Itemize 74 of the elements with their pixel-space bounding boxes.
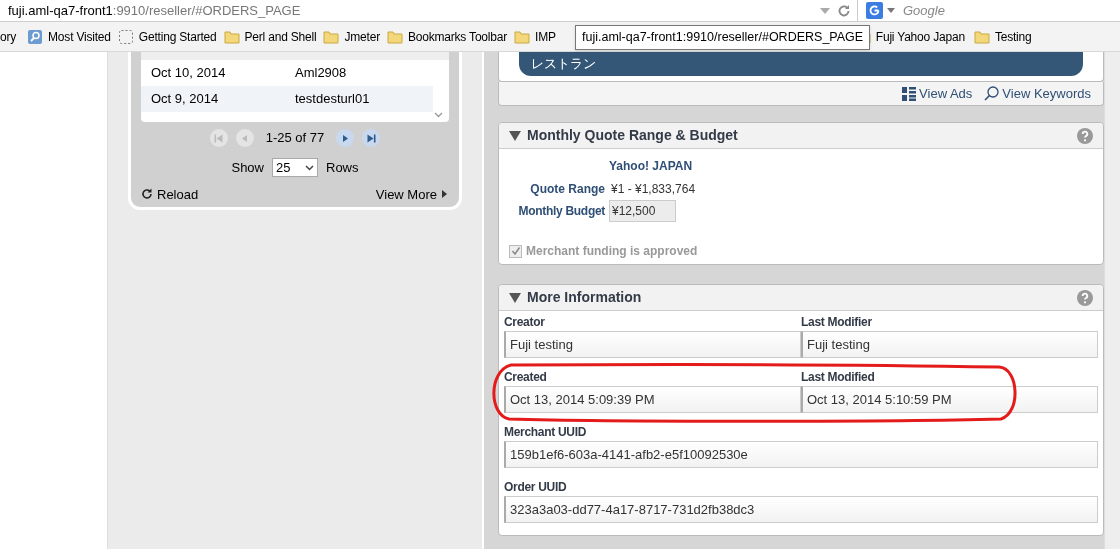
- bookmark-item[interactable]: IMP: [514, 27, 556, 46]
- help-icon[interactable]: [1077, 127, 1093, 144]
- reload-icon[interactable]: [837, 3, 851, 18]
- triangle-right-icon: [442, 190, 447, 199]
- folder-icon: [973, 29, 990, 44]
- action-link[interactable]: View Ads: [902, 83, 973, 104]
- action-link[interactable]: View Keywords: [984, 83, 1091, 104]
- bookmark-item[interactable]: Perl and Shell: [223, 27, 317, 46]
- view-more-link[interactable]: View More: [375, 184, 447, 204]
- help-icon[interactable]: [1077, 289, 1093, 306]
- dropdown-triangle-icon[interactable]: [819, 6, 831, 15]
- field-value: Oct 13, 2014 5:09:39 PM: [504, 386, 801, 413]
- name-cell-text: Aml2908: [295, 64, 347, 83]
- field-label: Order UUID: [504, 479, 568, 496]
- search-icon: [984, 86, 1000, 101]
- field-value: Oct 13, 2014 5:10:59 PM: [801, 386, 1098, 413]
- folder-icon: [323, 29, 340, 44]
- url-tooltip: fuji.aml-qa7-front1:9910/reseller/#ORDERS_PAGE: [575, 25, 871, 50]
- rows-select[interactable]: 25: [272, 158, 318, 178]
- rows-label: Rows: [326, 159, 359, 177]
- scrollbar[interactable]: [1104, 52, 1120, 549]
- folder-icon: [386, 29, 403, 44]
- skip-back-icon: [214, 133, 224, 143]
- triangle-right-icon: [340, 133, 350, 143]
- magnifier-icon: [27, 28, 44, 45]
- field-label: Last Modified: [801, 369, 876, 386]
- collapse-triangle-icon[interactable]: [509, 129, 521, 142]
- field-label: Created: [504, 369, 548, 386]
- next-page-button[interactable]: [336, 129, 355, 147]
- bookmark-item[interactable]: Bookmarks Toolbar: [386, 27, 508, 46]
- folder-icon: [223, 29, 240, 44]
- bookmark-item[interactable]: Testing: [973, 27, 1032, 46]
- chevron-down-icon: [305, 164, 314, 171]
- skip-forward-icon: [366, 133, 376, 143]
- dashed-page-icon: [117, 28, 134, 45]
- search-engine-icon[interactable]: [866, 2, 883, 19]
- field-value: 159b1ef6-603a-4141-afb2-e5f10092530e: [504, 441, 1098, 468]
- last-page-button[interactable]: [362, 129, 381, 147]
- page-range-text: 1-25 of 77: [265, 129, 325, 148]
- column-header: Yahoo! JAPAN: [609, 158, 693, 175]
- triangle-left-icon: [240, 133, 250, 143]
- field-value: Fuji testing: [504, 331, 801, 358]
- collapse-triangle-icon[interactable]: [509, 291, 521, 304]
- date-cell-text: Oct 9, 2014: [150, 90, 220, 109]
- field-label: Quote Range: [529, 181, 605, 198]
- folder-icon: [514, 29, 531, 44]
- quote-range-value: ¥1 - ¥1,833,764: [611, 181, 696, 198]
- caret-icon[interactable]: [887, 7, 895, 14]
- scroll-down-icon[interactable]: [434, 112, 443, 118]
- address-bar[interactable]: fuji.aml-qa7-front1:9910/reseller/#ORDERS_PAGE: [0, 0, 858, 22]
- search-field[interactable]: Google: [903, 0, 1103, 21]
- list-grid-icon: [902, 86, 917, 101]
- table-row[interactable]: Oct 9, 2014 testdesturl01: [141, 86, 433, 112]
- show-label: Show: [231, 159, 264, 177]
- budget-field[interactable]: ¥12,500: [609, 200, 676, 222]
- bookmark-item[interactable]: Most Visited: [27, 27, 111, 46]
- panel-title: More Information: [527, 288, 642, 307]
- reload-icon: [141, 188, 153, 201]
- checkbox-label: Merchant funding is approved: [526, 243, 698, 260]
- category-pill: レストラン: [519, 52, 1083, 76]
- field-label: Monthly Budget: [517, 203, 605, 220]
- field-value: 323a3a03-dd77-4a17-8717-731d2fb38dc3: [504, 496, 1098, 523]
- field-label: Merchant UUID: [504, 424, 588, 441]
- bookmark-item[interactable]: ory: [0, 27, 17, 46]
- bookmark-item[interactable]: Jmeter: [323, 27, 380, 46]
- field-value: Fuji testing: [801, 331, 1098, 358]
- url-text: fuji.aml-qa7-front1:9910/reseller/#ORDERS_PAGE: [8, 1, 301, 20]
- field-label: Creator: [504, 314, 546, 331]
- name-cell-text: testdesturl01: [295, 90, 370, 109]
- bookmark-item[interactable]: Getting Started: [117, 27, 217, 46]
- reload-button[interactable]: Reload: [141, 184, 199, 204]
- date-cell-text: Oct 10, 2014: [150, 64, 227, 83]
- panel-title: Monthly Quote Range & Budget: [527, 126, 738, 145]
- field-label: Last Modifier: [801, 314, 873, 331]
